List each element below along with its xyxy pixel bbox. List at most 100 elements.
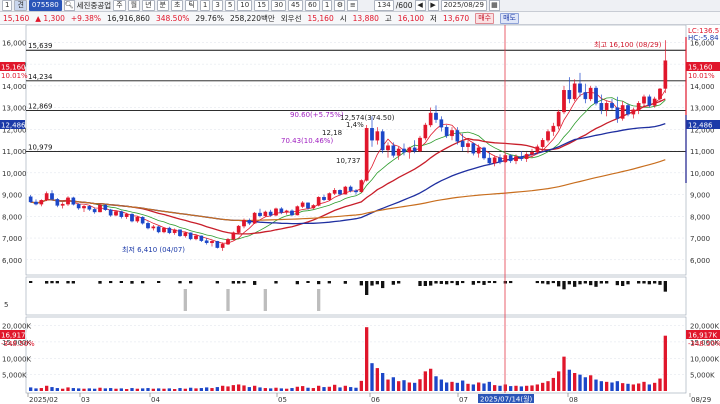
left-price-tag: 12,486	[1, 122, 26, 130]
toolbar-first-control[interactable]: 1	[2, 0, 13, 11]
date-input[interactable]: 2025/08/29	[440, 0, 487, 11]
period-button-month[interactable]: 월	[127, 0, 141, 11]
volume-bar	[285, 388, 289, 391]
interval-button-custom[interactable]: 1	[321, 0, 333, 11]
volume-bar	[77, 388, 81, 391]
volume-bar	[231, 385, 235, 391]
volume-bar	[413, 382, 417, 391]
interval-button-1[interactable]: 1	[199, 0, 211, 11]
indicator-bar	[599, 281, 603, 284]
buy-button[interactable]: 매수	[475, 12, 495, 24]
candle-body	[114, 211, 118, 216]
indicator-bar	[295, 281, 299, 285]
y-tick-label-left: 8,000	[2, 213, 22, 221]
interval-button-45[interactable]: 45	[288, 0, 303, 11]
candle-body	[188, 232, 193, 240]
volume-bar	[573, 373, 577, 391]
volume-bar	[151, 388, 155, 391]
candle-body	[108, 209, 113, 216]
stock-code-input[interactable]: 075580	[28, 0, 62, 11]
indicator-bar	[450, 281, 454, 284]
indicator-bar	[551, 281, 555, 284]
volume-bar	[194, 388, 198, 391]
volume-bar	[647, 384, 651, 391]
volume-bar	[226, 386, 230, 391]
candle-body	[60, 203, 65, 206]
stock-chart[interactable]: 15,63914,23412,86910,979 16,00016,00015,…	[0, 25, 720, 404]
volume-bar	[157, 388, 161, 391]
candle-body	[476, 147, 481, 154]
period-button-second[interactable]: 초	[170, 0, 184, 11]
volume-tick-right: 10,000K	[690, 355, 719, 363]
candle-body	[524, 154, 529, 159]
candle-body	[300, 202, 305, 207]
current-price: 15,160	[3, 13, 30, 23]
indicator-bar	[658, 281, 662, 285]
period-button-week[interactable]: 주	[113, 0, 126, 11]
candle-body	[274, 208, 278, 216]
interval-button-60[interactable]: 60	[304, 0, 320, 11]
candle-body	[55, 199, 60, 206]
toolbar-tab[interactable]: 견	[14, 0, 27, 11]
indicator-bar	[343, 281, 347, 284]
interval-button-10[interactable]: 10	[237, 0, 253, 11]
volume-bar	[375, 368, 379, 391]
candle-body	[140, 216, 145, 224]
y-tick-label-left: 6,000	[2, 257, 22, 265]
volume-bar	[562, 356, 566, 391]
prev-icon[interactable]: ◀	[414, 0, 426, 11]
candle-body	[620, 105, 625, 119]
volume-bar	[551, 377, 555, 391]
price-change-value: 1,300	[43, 13, 65, 23]
candle-body	[290, 210, 294, 216]
chart-type-icon[interactable]: ≡	[347, 0, 359, 11]
candle-body	[631, 109, 636, 115]
volume-bar	[370, 363, 374, 391]
volume-bar	[274, 387, 278, 391]
volume-bar	[658, 378, 662, 391]
period-button-minute[interactable]: 분	[156, 0, 169, 11]
indicator-bar	[109, 281, 113, 284]
indicator-bar	[274, 281, 278, 284]
period-button-tick[interactable]: 틱	[185, 0, 198, 11]
candle-body	[428, 112, 433, 126]
candle-body	[626, 105, 630, 115]
indicator-bar	[621, 281, 625, 286]
volume-bar	[493, 385, 497, 391]
count-input[interactable]: 134	[374, 0, 394, 11]
gear-icon[interactable]: ⚙	[334, 0, 346, 11]
interval-button-3[interactable]: 3	[212, 0, 223, 11]
period-button-year[interactable]: 년	[142, 0, 155, 11]
interval-button-30[interactable]: 30	[271, 0, 287, 11]
turnover-rate: 29.76%	[195, 13, 224, 23]
volume-bar	[621, 383, 625, 391]
indicator-bar	[594, 281, 598, 287]
volume-bar	[205, 387, 209, 391]
indicator-bar	[493, 281, 497, 284]
indicator-bar	[589, 281, 593, 286]
next-icon[interactable]: ▶	[427, 0, 439, 11]
indicator-bar	[327, 281, 331, 284]
volume-bar	[519, 386, 523, 391]
sell-button[interactable]: 매도	[500, 12, 519, 24]
volume-bar	[397, 381, 401, 391]
volume-bar	[477, 382, 481, 391]
volume-bar	[61, 388, 65, 391]
calendar-icon[interactable]: ▦	[488, 0, 500, 11]
volume-bar	[98, 387, 102, 391]
x-tick-label: 03	[81, 396, 90, 404]
horizontal-level-label: 10,979	[28, 144, 53, 152]
candle-body	[562, 90, 566, 113]
volume-bar	[141, 388, 145, 391]
x-tick-label: 06	[371, 396, 380, 404]
high-label: 고	[384, 13, 392, 23]
volume-bar	[295, 386, 299, 391]
candle-body	[263, 211, 268, 217]
volume-bar	[29, 387, 33, 391]
indicator-bar	[455, 281, 459, 286]
interval-button-5[interactable]: 5	[224, 0, 236, 11]
search-icon[interactable]: 🔍︎	[63, 0, 75, 11]
candle-body	[578, 83, 582, 93]
indicator-bar	[615, 281, 619, 286]
interval-button-15[interactable]: 15	[254, 0, 270, 11]
